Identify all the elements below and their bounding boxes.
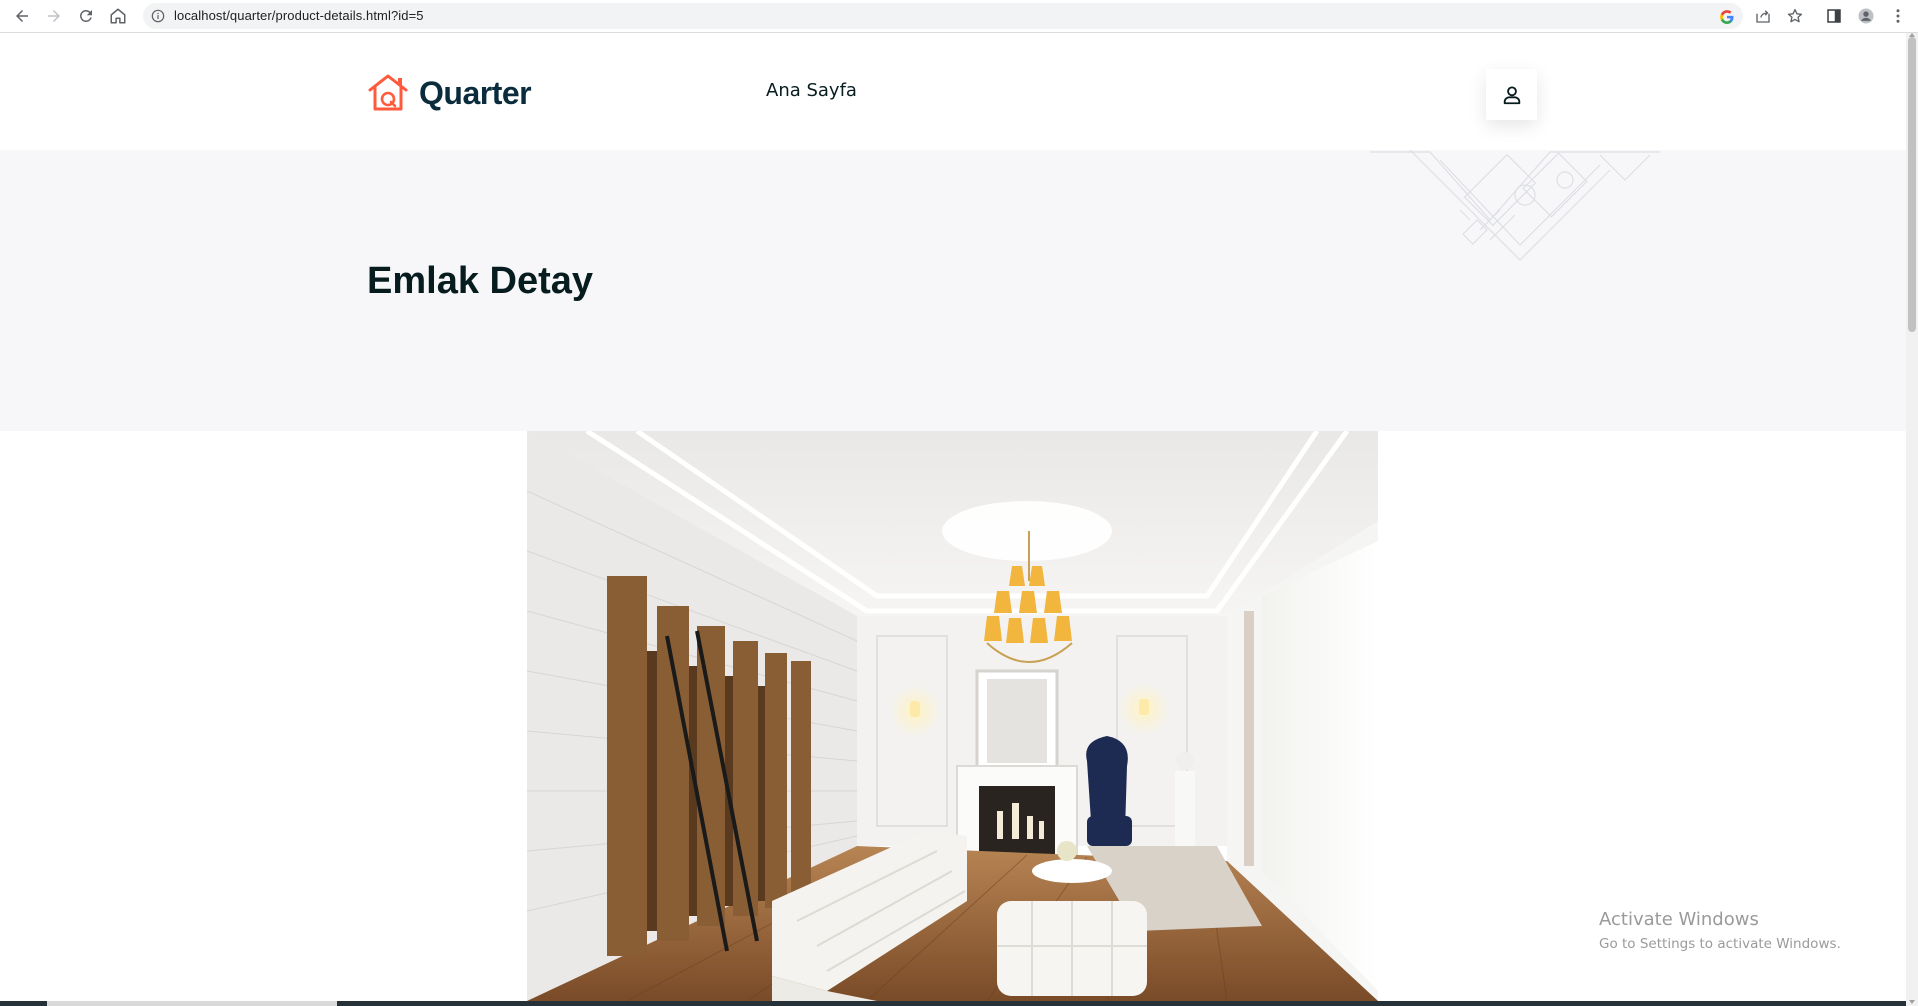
home-icon[interactable] bbox=[106, 4, 130, 28]
info-icon[interactable] bbox=[151, 9, 165, 23]
site-logo[interactable]: Quarter bbox=[367, 73, 532, 113]
address-bar[interactable]: localhost/quarter/product-details.html?i… bbox=[143, 3, 1743, 29]
bottom-strip bbox=[0, 1001, 1906, 1006]
page-hero: Emlak Detay bbox=[0, 150, 1906, 431]
reload-icon[interactable] bbox=[74, 4, 98, 28]
url-text[interactable]: localhost/quarter/product-details.html?i… bbox=[174, 3, 424, 29]
page-title: Emlak Detay bbox=[367, 260, 594, 302]
menu-icon[interactable] bbox=[1887, 5, 1909, 27]
scroll-thumb[interactable] bbox=[1908, 37, 1916, 332]
scroll-down-arrow[interactable] bbox=[1909, 1000, 1915, 1004]
watermark-subtitle: Go to Settings to activate Windows. bbox=[1599, 936, 1841, 952]
activate-windows-watermark: Activate Windows Go to Settings to activ… bbox=[1599, 909, 1841, 952]
browser-toolbar: localhost/quarter/product-details.html?i… bbox=[0, 0, 1918, 33]
logo-text: Quarter bbox=[419, 74, 532, 111]
forward-icon[interactable] bbox=[42, 4, 66, 28]
page-scrollbar[interactable] bbox=[1906, 33, 1918, 1006]
user-account-button[interactable] bbox=[1486, 69, 1537, 120]
side-panel-icon[interactable] bbox=[1823, 5, 1845, 27]
share-icon[interactable] bbox=[1752, 5, 1774, 27]
star-icon[interactable] bbox=[1784, 5, 1806, 27]
nav-home-link[interactable]: Ana Sayfa bbox=[766, 80, 857, 101]
profile-icon[interactable] bbox=[1855, 5, 1877, 27]
back-icon[interactable] bbox=[10, 4, 34, 28]
property-image[interactable] bbox=[527, 431, 1378, 1001]
google-icon[interactable] bbox=[1718, 8, 1736, 26]
user-icon bbox=[1503, 85, 1520, 104]
site-header: Quarter Ana Sayfa bbox=[0, 33, 1906, 150]
watermark-title: Activate Windows bbox=[1599, 909, 1759, 930]
blueprint-decoration bbox=[1370, 150, 1660, 261]
house-logo-icon bbox=[368, 74, 408, 111]
bottom-strip-segment bbox=[47, 1001, 337, 1006]
